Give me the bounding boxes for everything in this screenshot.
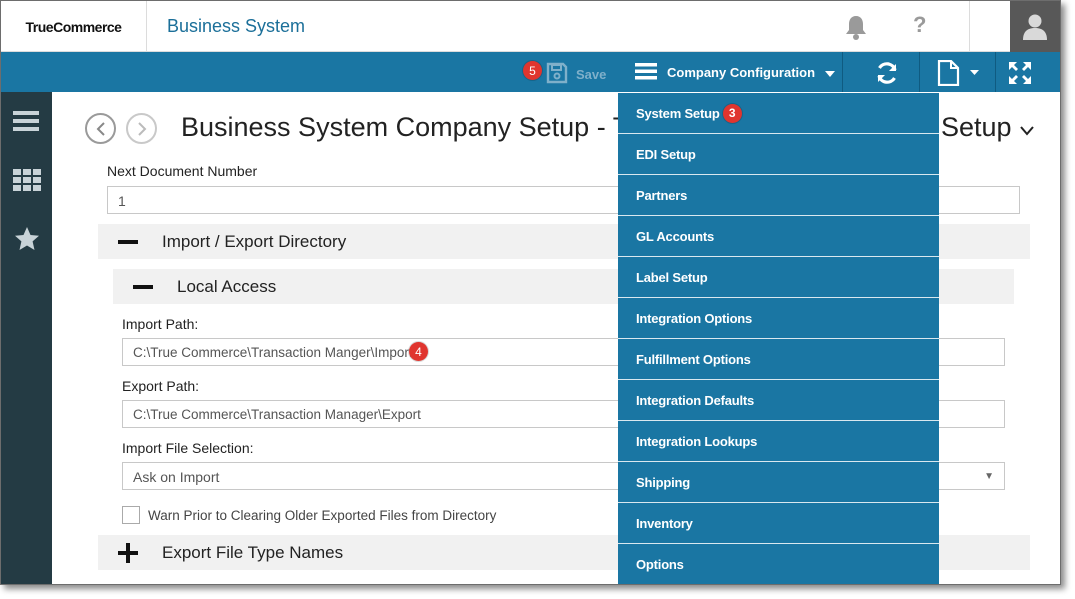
step-badge-5: 5: [523, 61, 542, 80]
collapse-icon: [118, 232, 138, 252]
menu-item-gl-accounts[interactable]: GL Accounts: [618, 216, 939, 257]
menu-item-label: Integration Lookups: [636, 433, 758, 449]
app-window: TrueCommerce Business System ? 5 Save Co…: [0, 0, 1061, 585]
import-export-directory-heading: Import / Export Directory: [162, 231, 347, 251]
menu-item-label: System Setup: [636, 105, 720, 121]
hamburger-icon[interactable]: [13, 110, 39, 137]
expand-icon[interactable]: [1008, 61, 1032, 90]
toolbar-divider: [919, 52, 920, 92]
forward-icon[interactable]: [126, 113, 157, 144]
menu-item-label: EDI Setup: [636, 146, 696, 162]
company-configuration-label: Company Configuration: [667, 65, 816, 80]
menu-item-label: Partners: [636, 187, 688, 203]
save-icon: [546, 62, 568, 87]
logo-container[interactable]: TrueCommerce: [1, 1, 147, 52]
help-icon[interactable]: ?: [913, 12, 926, 38]
menu-item-shipping[interactable]: Shipping: [618, 462, 939, 503]
expand-plus-icon: [118, 542, 138, 563]
menu-item-label: Fulfillment Options: [636, 351, 751, 367]
toolbar: 5 Save Company Configuration: [1, 52, 1060, 92]
company-configuration-dropdown: System Setup 3 EDI Setup Partners GL Acc…: [618, 93, 939, 584]
toolbar-divider: [842, 52, 843, 92]
page-title-end[interactable]: Setup: [941, 112, 1034, 143]
back-icon[interactable]: [85, 113, 116, 144]
document-icon[interactable]: [937, 59, 979, 91]
menu-item-label: Integration Defaults: [636, 392, 755, 408]
save-label: Save: [576, 67, 607, 82]
chevron-down-icon: [1019, 112, 1034, 143]
collapse-icon: [133, 277, 153, 297]
menu-item-label: GL Accounts: [636, 228, 714, 244]
local-access-heading: Local Access: [177, 276, 277, 296]
menu-item-label: Inventory: [636, 515, 693, 531]
import-file-selection-label: Import File Selection:: [122, 440, 254, 456]
app-title: Business System: [167, 16, 306, 36]
import-path-value: C:\True Commerce\Transaction Manger\Impo…: [133, 345, 413, 360]
page-title-end-text: Setup: [941, 112, 1012, 142]
logo: TrueCommerce: [25, 18, 122, 35]
refresh-icon[interactable]: [875, 61, 899, 90]
import-file-selection-value: Ask on Import: [133, 469, 220, 485]
menu-item-fulfillment-options[interactable]: Fulfillment Options: [618, 339, 939, 380]
menu-item-partners[interactable]: Partners: [618, 175, 939, 216]
menu-item-integration-lookups[interactable]: Integration Lookups: [618, 421, 939, 462]
menu-item-integration-defaults[interactable]: Integration Defaults: [618, 380, 939, 421]
caret-down-icon: [825, 65, 836, 80]
grid-icon[interactable]: [13, 169, 41, 196]
menu-item-label-setup[interactable]: Label Setup: [618, 257, 939, 298]
left-sidebar: [1, 92, 52, 584]
menu-item-label: Label Setup: [636, 269, 708, 285]
menu-item-inventory[interactable]: Inventory: [618, 503, 939, 544]
export-path-label: Export Path:: [122, 378, 200, 394]
menu-item-label: Options: [636, 557, 684, 572]
hamburger-icon: [635, 61, 657, 84]
toolbar-divider: [995, 52, 996, 92]
menu-item-label: Integration Options: [636, 310, 753, 326]
import-path-label: Import Path:: [122, 316, 199, 332]
company-configuration-menu-button[interactable]: Company Configuration: [635, 61, 836, 84]
warn-clearing-checkbox[interactable]: [122, 506, 140, 524]
menu-item-system-setup[interactable]: System Setup 3: [618, 93, 939, 134]
header-divider: [969, 1, 970, 52]
step-badge-4: 4: [409, 342, 428, 361]
next-document-number-label: Next Document Number: [107, 163, 258, 179]
warn-clearing-label: Warn Prior to Clearing Older Exported Fi…: [148, 508, 497, 523]
user-icon[interactable]: [1010, 1, 1060, 52]
step-badge-3: 3: [722, 103, 742, 123]
menu-item-options[interactable]: Options: [618, 544, 939, 584]
star-icon[interactable]: [14, 226, 40, 257]
top-header: TrueCommerce Business System ?: [1, 1, 1060, 52]
export-file-type-names-heading: Export File Type Names: [162, 542, 344, 562]
page-title: Business System Company Setup - Tru: [181, 112, 653, 142]
menu-item-label: Shipping: [636, 474, 690, 490]
menu-item-edi-setup[interactable]: EDI Setup: [618, 134, 939, 175]
menu-item-integration-options[interactable]: Integration Options: [618, 298, 939, 339]
bell-icon[interactable]: [842, 13, 870, 41]
caret-down-icon: ▼: [984, 471, 994, 482]
save-button[interactable]: Save: [546, 62, 606, 87]
